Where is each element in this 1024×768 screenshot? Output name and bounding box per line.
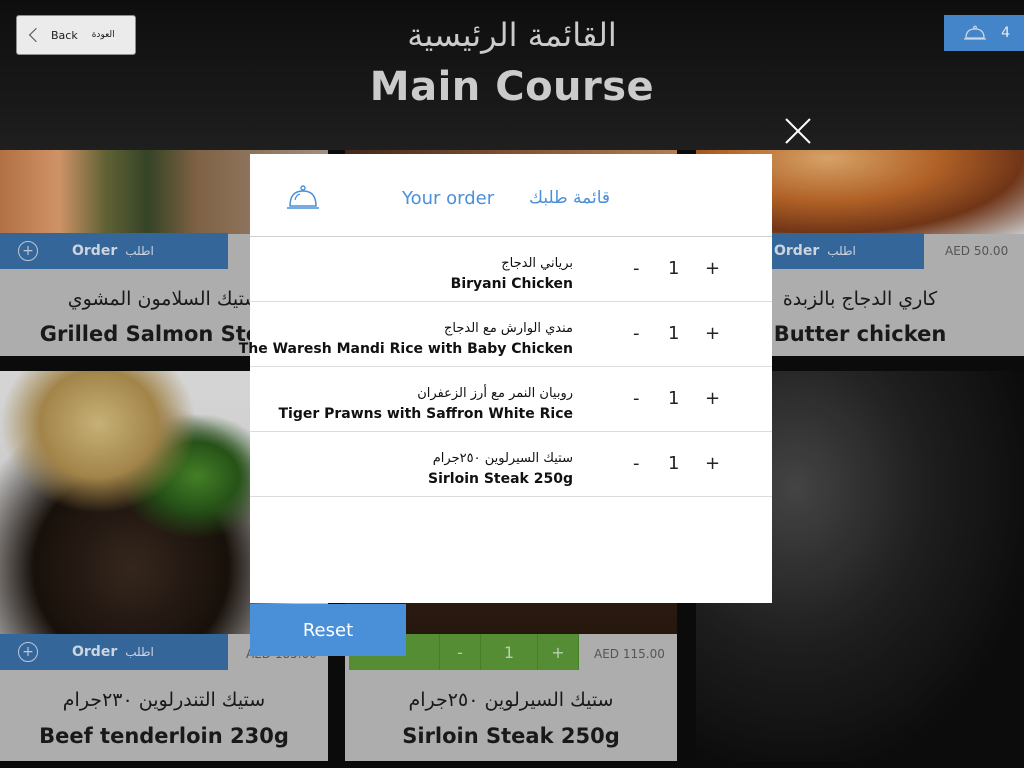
order-item: ستيك السيرلوين ٢٥٠جرام Sirloin Steak 250… bbox=[250, 432, 772, 497]
decrement-button[interactable]: - bbox=[633, 323, 640, 344]
modal-title: Your order bbox=[402, 188, 495, 209]
order-modal: Your order قائمة طلبك برياني الدجاج Biry… bbox=[239, 154, 772, 603]
item-name-arabic: برياني الدجاج bbox=[501, 256, 573, 271]
close-icon[interactable] bbox=[784, 117, 812, 145]
increment-button[interactable]: + bbox=[705, 453, 720, 474]
increment-button[interactable]: + bbox=[705, 258, 720, 279]
quantity-value: 1 bbox=[668, 323, 680, 344]
item-name-arabic: ستيك السيرلوين ٢٥٠جرام bbox=[432, 451, 573, 466]
decrement-button[interactable]: - bbox=[633, 453, 640, 474]
reset-button[interactable]: Reset bbox=[250, 604, 406, 656]
quantity-value: 1 bbox=[668, 388, 680, 409]
decrement-button[interactable]: - bbox=[633, 258, 640, 279]
decrement-button[interactable]: - bbox=[633, 388, 640, 409]
item-name-arabic: روبيان النمر مع أرز الزعفران bbox=[417, 386, 573, 401]
increment-button[interactable]: + bbox=[705, 388, 720, 409]
item-name: Biryani Chicken bbox=[450, 276, 573, 292]
item-name-arabic: مندي الوارش مع الدجاج bbox=[444, 321, 573, 336]
item-name: Sirloin Steak 250g bbox=[428, 471, 573, 487]
item-name: The Waresh Mandi Rice with Baby Chicken bbox=[238, 341, 573, 357]
order-item: مندي الوارش مع الدجاج The Waresh Mandi R… bbox=[239, 302, 772, 367]
food-cloche-icon bbox=[287, 185, 319, 209]
order-item: روبيان النمر مع أرز الزعفران Tiger Prawn… bbox=[250, 367, 772, 432]
item-name: Tiger Prawns with Saffron White Rice bbox=[278, 406, 573, 422]
quantity-value: 1 bbox=[668, 453, 680, 474]
increment-button[interactable]: + bbox=[705, 323, 720, 344]
order-item: برياني الدجاج Biryani Chicken - 1 + bbox=[250, 237, 772, 302]
modal-header: Your order قائمة طلبك bbox=[250, 154, 772, 237]
quantity-value: 1 bbox=[668, 258, 680, 279]
modal-title-arabic: قائمة طلبك bbox=[529, 188, 610, 208]
